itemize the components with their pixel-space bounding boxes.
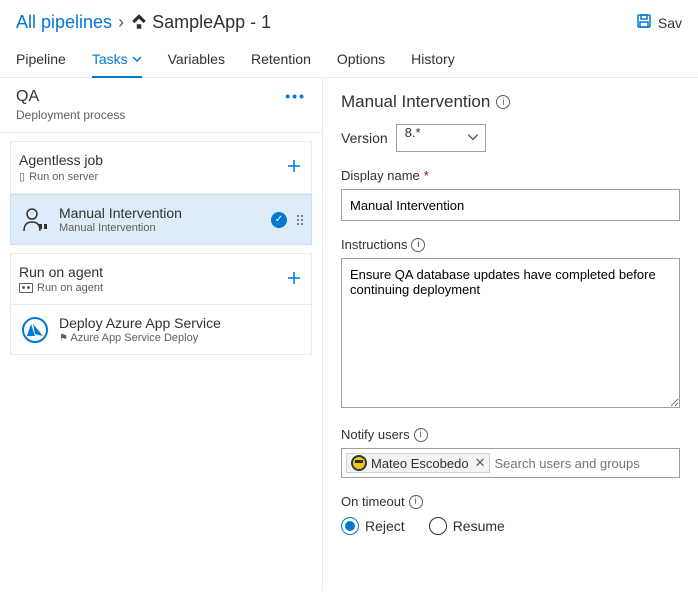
info-icon[interactable]: i (409, 495, 423, 509)
panel-title: Manual Intervention (341, 92, 490, 112)
agent-icon (19, 283, 33, 293)
person-icon (21, 206, 49, 234)
tab-history[interactable]: History (411, 43, 455, 77)
radio-icon (429, 517, 447, 535)
display-name-label: Display name (341, 168, 420, 183)
required-indicator: * (424, 168, 429, 183)
add-task-button[interactable] (285, 269, 303, 290)
on-timeout-label: On timeout (341, 494, 405, 509)
remove-chip-button[interactable]: ✕ (475, 455, 486, 471)
version-label: Version (341, 130, 388, 146)
stage-subtitle: Deployment process (16, 108, 125, 122)
timeout-reject-radio[interactable]: Reject (341, 517, 405, 535)
agent-job-header[interactable]: Run on agent Run on agent (10, 253, 312, 305)
avatar-icon (351, 455, 367, 471)
radio-icon (341, 517, 359, 535)
tab-bar: Pipeline Tasks Variables Retention Optio… (0, 43, 698, 78)
tab-retention[interactable]: Retention (251, 43, 311, 77)
save-button[interactable]: Sav (636, 13, 682, 32)
timeout-resume-radio[interactable]: Resume (429, 517, 505, 535)
info-icon[interactable]: i (496, 95, 510, 109)
info-icon[interactable]: i (411, 238, 425, 252)
version-select[interactable]: 8.* (396, 124, 486, 152)
tab-options[interactable]: Options (337, 43, 385, 77)
add-task-button[interactable] (285, 157, 303, 178)
azure-icon (21, 316, 49, 344)
stage-more-button[interactable]: ••• (285, 88, 306, 122)
notify-users-input[interactable]: Mateo Escobedo ✕ (341, 448, 680, 478)
agentless-job-header[interactable]: Agentless job ▯Run on server (10, 141, 312, 194)
pipeline-icon (130, 13, 152, 32)
tab-variables[interactable]: Variables (168, 43, 225, 77)
notify-users-label: Notify users (341, 427, 410, 442)
breadcrumb-root[interactable]: All pipelines (16, 12, 112, 33)
user-chip: Mateo Escobedo ✕ (346, 453, 490, 473)
stage-name[interactable]: QA (16, 88, 125, 106)
instructions-label: Instructions (341, 237, 407, 252)
info-icon[interactable]: i (414, 428, 428, 442)
tab-pipeline[interactable]: Pipeline (16, 43, 66, 77)
drag-handle[interactable] (295, 215, 305, 225)
breadcrumb-separator: › (118, 12, 124, 33)
display-name-input[interactable] (341, 189, 680, 221)
check-icon: ✓ (271, 212, 287, 228)
chevron-down-icon (132, 51, 142, 67)
chevron-down-icon (467, 131, 479, 146)
flag-icon: ⚑ (59, 333, 68, 344)
server-icon: ▯ (19, 170, 25, 183)
task-deploy-azure[interactable]: Deploy Azure App Service ⚑ Azure App Ser… (10, 305, 312, 355)
tab-tasks[interactable]: Tasks (92, 43, 142, 77)
breadcrumb-current: SampleApp - 1 (152, 12, 271, 33)
instructions-textarea[interactable]: Ensure QA database updates have complete… (341, 258, 680, 408)
save-icon (636, 13, 652, 32)
task-manual-intervention[interactable]: Manual Intervention Manual Intervention … (10, 194, 312, 245)
notify-search-input[interactable] (494, 456, 675, 471)
